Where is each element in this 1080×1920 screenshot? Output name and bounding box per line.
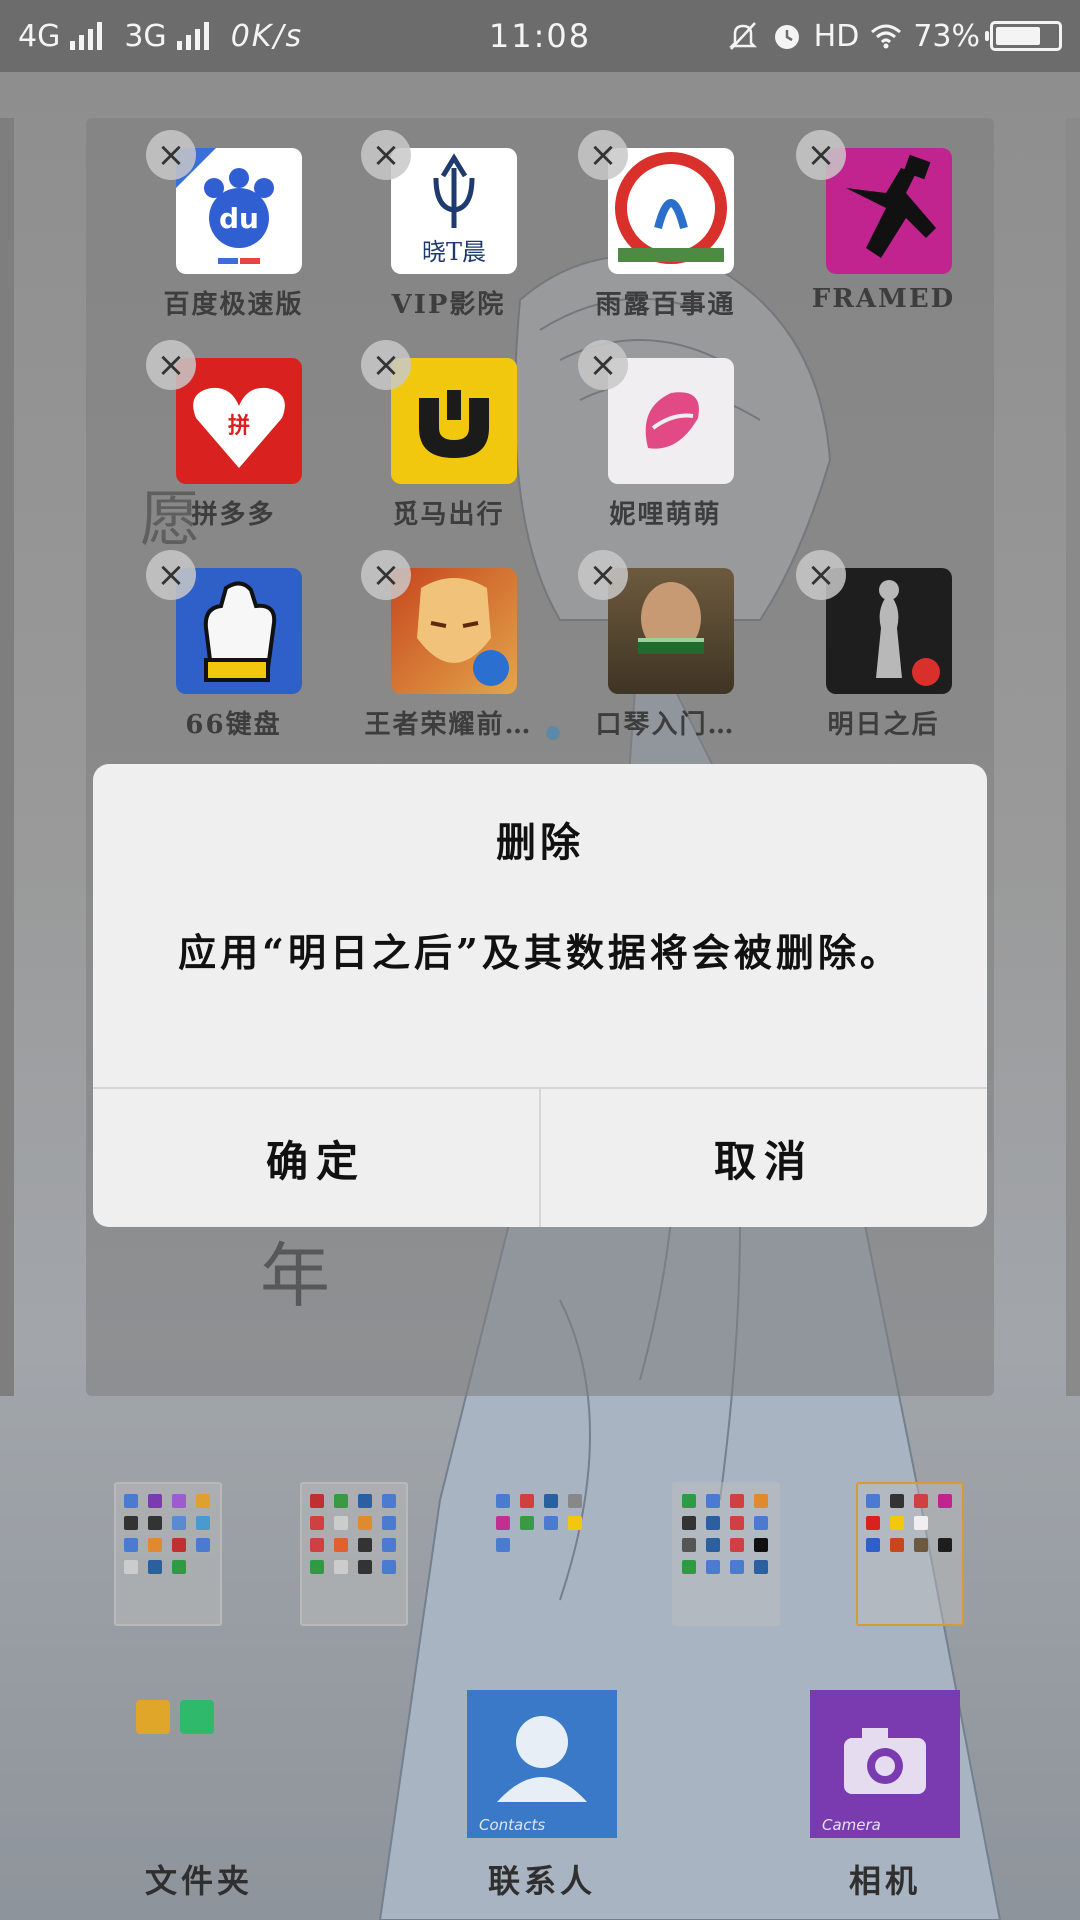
app-label: 王者荣耀前…: [364, 710, 533, 740]
network-type-3g: 3G: [124, 18, 167, 54]
delete-app-button[interactable]: ×: [361, 550, 411, 600]
delete-app-button[interactable]: ×: [578, 130, 628, 180]
dialog-actions: 确定 取消: [93, 1087, 987, 1227]
app-harmonica[interactable]: × 口琴入门…: [558, 538, 773, 748]
honor-of-kings-icon: [391, 568, 517, 694]
dialog-title: 删除: [496, 819, 584, 866]
dock-folder-label: 文件夹: [144, 1862, 253, 1900]
svg-text:晓T晨: 晓T晨: [422, 238, 486, 266]
mima-icon: [391, 358, 517, 484]
nili-icon: [608, 358, 734, 484]
battery-icon: [985, 21, 1062, 51]
delete-app-button[interactable]: ×: [578, 340, 628, 390]
hd-indicator: HD: [813, 18, 860, 54]
vip-cinema-icon: 晓T晨: [391, 148, 517, 274]
page-thumbnail[interactable]: [672, 1482, 780, 1626]
app-label: FRAMED: [811, 284, 956, 314]
delete-app-button[interactable]: ×: [796, 130, 846, 180]
app-keyboard66[interactable]: × 66键盘: [126, 538, 341, 748]
delete-app-button[interactable]: ×: [361, 130, 411, 180]
dock-folder[interactable]: [124, 1690, 274, 1838]
delete-app-button[interactable]: ×: [361, 340, 411, 390]
page-thumbnails: [0, 1480, 1080, 1630]
battery-percent: 73%: [913, 18, 980, 54]
app-label: 觅马出行: [392, 500, 505, 530]
next-page-edge[interactable]: [1066, 118, 1080, 1396]
delete-app-button[interactable]: ×: [796, 550, 846, 600]
wifi-icon: [871, 24, 902, 49]
network-type-4g: 4G: [18, 18, 61, 54]
baidu-icon: du: [176, 148, 302, 274]
keyboard66-icon: [176, 568, 302, 694]
app-mima[interactable]: × 觅马出行: [341, 328, 556, 538]
app-label: 雨露百事通: [595, 290, 736, 320]
app-pinduoduo[interactable]: 拼 × 拼多多: [126, 328, 341, 538]
dock-contacts-label: 联系人: [487, 1862, 596, 1900]
new-install-dot: [546, 726, 560, 740]
delete-app-button[interactable]: ×: [578, 550, 628, 600]
previous-page-edge[interactable]: [0, 118, 14, 1396]
delete-app-button[interactable]: ×: [146, 130, 196, 180]
cancel-button[interactable]: 取消: [539, 1089, 987, 1227]
signal-strength-icon: [176, 22, 209, 50]
app-baidu[interactable]: du × 百度极速版: [126, 118, 341, 328]
app-label: 口琴入门…: [595, 710, 736, 740]
network-speed: 0K/s: [230, 18, 304, 54]
app-honor-of-kings[interactable]: × 王者荣耀前…: [341, 538, 556, 748]
status-right: HD 73%: [726, 19, 1062, 54]
status-bar: 4G 3G 0K/s 11:08 HD 73%: [0, 0, 1080, 72]
message-icon: [136, 1700, 170, 1734]
app-label: 66键盘: [185, 710, 282, 740]
app-framed[interactable]: × FRAMED: [776, 118, 991, 328]
page-thumbnail[interactable]: [300, 1482, 408, 1626]
camera-tile-text: Camera: [822, 1816, 881, 1834]
dialog-message: 应用“明日之后”及其数据将会被删除。: [178, 930, 902, 975]
battery-fill: [996, 27, 1040, 45]
alarm-icon: [774, 25, 799, 49]
current-page-thumbnail[interactable]: [856, 1482, 964, 1626]
delete-app-button[interactable]: ×: [146, 550, 196, 600]
phone-icon: [180, 1700, 214, 1734]
svg-text:拼: 拼: [228, 413, 250, 439]
dock-camera-label: 相机: [848, 1862, 921, 1900]
app-nili[interactable]: × 妮哩萌萌: [558, 328, 773, 538]
page-thumbnail[interactable]: [486, 1482, 594, 1626]
app-vip-cinema[interactable]: 晓T晨 × VIP影院: [341, 118, 556, 328]
app-label: 明日之后: [827, 710, 940, 740]
delete-app-button[interactable]: ×: [146, 340, 196, 390]
app-label: 拼多多: [191, 500, 276, 530]
signal-strength-icon: [70, 22, 103, 50]
dock-camera[interactable]: Camera: [810, 1690, 960, 1838]
app-lifeafter[interactable]: × 明日之后: [776, 538, 991, 748]
app-label: 妮哩萌萌: [609, 500, 722, 530]
harmonica-icon: [608, 568, 734, 694]
yulu-icon: [608, 148, 734, 274]
delete-confirm-dialog: 删除 应用“明日之后”及其数据将会被删除。 确定 取消: [93, 764, 987, 1227]
confirm-button[interactable]: 确定: [93, 1089, 539, 1227]
app-label: VIP影院: [391, 290, 506, 320]
page-thumbnail[interactable]: [114, 1482, 222, 1626]
mute-bell-icon: [728, 22, 757, 50]
contacts-tile-text: Contacts: [479, 1816, 546, 1834]
framed-icon: [826, 148, 952, 274]
app-label: 百度极速版: [163, 290, 304, 320]
status-left: 4G 3G 0K/s: [18, 19, 303, 54]
svg-text:du: du: [219, 202, 259, 235]
pinduoduo-icon: 拼: [176, 358, 302, 484]
app-yulu[interactable]: × 雨露百事通: [558, 118, 773, 328]
lifeafter-icon: [826, 568, 952, 694]
dock-contacts[interactable]: Contacts: [467, 1690, 617, 1838]
